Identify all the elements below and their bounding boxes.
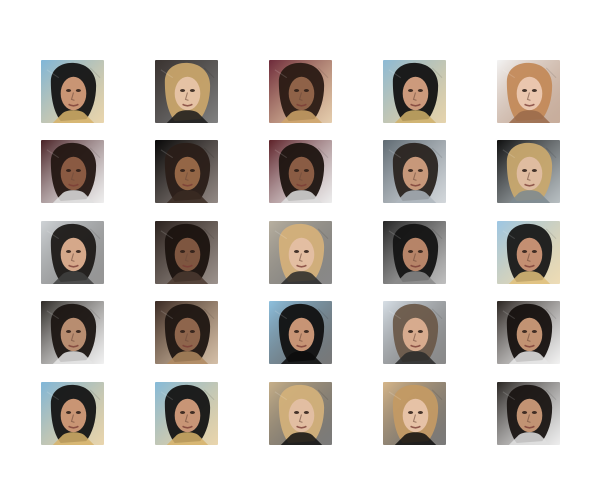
generated-face-image bbox=[155, 221, 218, 284]
generated-face-image bbox=[41, 382, 104, 445]
generated-face-image bbox=[383, 221, 446, 284]
generated-face-image bbox=[41, 60, 104, 123]
generated-face-image bbox=[155, 60, 218, 123]
generated-face-image bbox=[269, 301, 332, 364]
generated-face-image bbox=[269, 140, 332, 203]
generated-face-image bbox=[497, 301, 560, 364]
image-grid bbox=[0, 0, 600, 500]
generated-face-image bbox=[383, 60, 446, 123]
generated-face-image bbox=[155, 140, 218, 203]
generated-face-image bbox=[497, 382, 560, 445]
generated-face-image bbox=[497, 221, 560, 284]
generated-face-image bbox=[269, 382, 332, 445]
generated-face-image bbox=[383, 301, 446, 364]
generated-face-image bbox=[41, 301, 104, 364]
generated-face-image bbox=[497, 60, 560, 123]
generated-face-image bbox=[155, 382, 218, 445]
generated-face-image bbox=[41, 221, 104, 284]
generated-face-image bbox=[269, 60, 332, 123]
generated-face-image bbox=[497, 140, 560, 203]
generated-face-image bbox=[383, 382, 446, 445]
generated-face-image bbox=[383, 140, 446, 203]
generated-face-image bbox=[41, 140, 104, 203]
generated-face-image bbox=[155, 301, 218, 364]
generated-face-image bbox=[269, 221, 332, 284]
